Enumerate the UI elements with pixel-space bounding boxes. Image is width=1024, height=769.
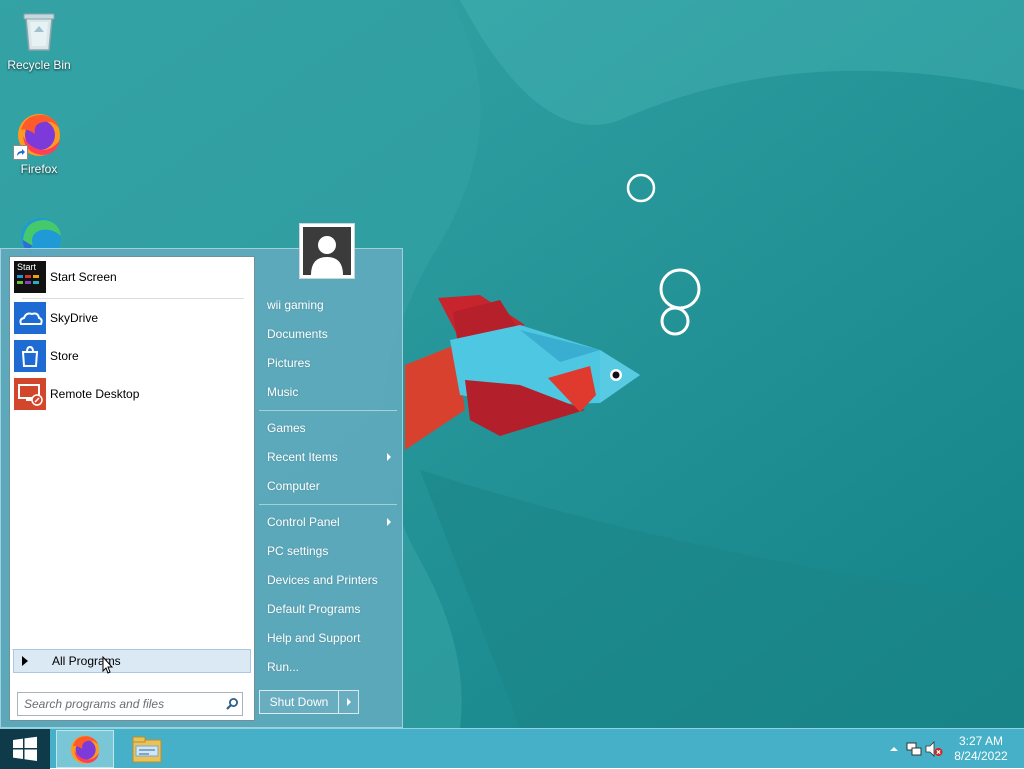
menu-item-label: Run... xyxy=(267,660,300,674)
start-button[interactable] xyxy=(0,729,50,769)
volume-tray-icon[interactable] xyxy=(924,739,944,759)
menu-item-label: Default Programs xyxy=(267,602,361,616)
menu-item-documents[interactable]: Documents xyxy=(259,321,399,347)
network-tray-icon[interactable] xyxy=(904,739,924,759)
menu-item-label: Control Panel xyxy=(267,515,340,529)
menu-item-label: Games xyxy=(267,421,306,435)
recycle-bin-desktop-icon[interactable]: Recycle Bin xyxy=(0,6,78,72)
expand-arrow-icon xyxy=(22,656,28,666)
menu-item-default-programs[interactable]: Default Programs xyxy=(259,596,399,622)
desktop-icon-label: Recycle Bin xyxy=(7,58,71,72)
file-explorer-icon xyxy=(132,736,162,763)
shortcut-arrow-icon xyxy=(13,145,28,160)
menu-item-label: Music xyxy=(267,385,299,399)
volume-muted-icon xyxy=(925,741,943,757)
menu-item-user-folder[interactable]: wii gaming xyxy=(259,292,399,318)
recycle-bin-icon xyxy=(15,6,63,54)
pinned-item-label: Store xyxy=(50,349,79,363)
menu-item-label: Help and Support xyxy=(267,631,361,645)
menu-item-help-support[interactable]: Help and Support xyxy=(259,625,399,651)
avatar xyxy=(303,227,351,275)
pinned-item-skydrive[interactable]: SkyDrive xyxy=(14,301,250,335)
menu-item-pc-settings[interactable]: PC settings xyxy=(259,538,399,564)
remote-desktop-icon xyxy=(14,378,46,410)
show-hidden-icons-button[interactable] xyxy=(884,739,904,759)
mouse-cursor-icon xyxy=(102,655,114,674)
menu-item-label: Devices and Printers xyxy=(267,573,378,587)
pinned-item-label: Remote Desktop xyxy=(50,387,140,401)
all-programs-button[interactable]: All Programs xyxy=(13,649,251,674)
shutdown-options-button[interactable] xyxy=(339,691,358,713)
user-silhouette-icon xyxy=(311,236,343,275)
menu-item-pictures[interactable]: Pictures xyxy=(259,350,399,376)
menu-separator xyxy=(259,410,397,411)
menu-item-label: Computer xyxy=(267,479,320,493)
pinned-item-store[interactable]: Store xyxy=(14,339,250,373)
pinned-separator xyxy=(22,298,244,299)
skydrive-icon xyxy=(14,302,46,334)
search-icon[interactable] xyxy=(222,694,242,714)
menu-item-label: PC settings xyxy=(267,544,329,558)
firefox-desktop-icon[interactable]: Firefox xyxy=(0,110,78,176)
start-menu-programs-pane: Start Start Screen SkyDrive Store Remote… xyxy=(9,256,255,721)
menu-item-computer[interactable]: Computer xyxy=(259,473,399,499)
pinned-item-start-screen[interactable]: Start Start Screen xyxy=(14,260,250,294)
network-icon xyxy=(906,742,922,756)
taskbar-file-explorer-button[interactable] xyxy=(118,730,176,768)
desktop-icon-label: Firefox xyxy=(20,162,58,176)
user-account-picture[interactable] xyxy=(299,223,355,279)
menu-item-label: Recent Items xyxy=(267,450,338,464)
pinned-item-label: SkyDrive xyxy=(50,311,99,325)
chevron-up-icon xyxy=(890,747,898,751)
search-box[interactable] xyxy=(17,692,243,716)
start-menu-places-pane: wii gaming Documents Pictures Music Game… xyxy=(259,249,399,727)
taskbar-firefox-button[interactable] xyxy=(56,730,114,768)
firefox-icon xyxy=(71,735,99,764)
firefox-icon xyxy=(13,110,63,160)
store-icon xyxy=(14,340,46,372)
taskbar: 3:27 AM 8/24/2022 xyxy=(0,728,1024,769)
menu-item-recent-items[interactable]: Recent Items xyxy=(259,444,399,470)
start-menu: Start Start Screen SkyDrive Store Remote… xyxy=(0,248,403,728)
clock-time: 3:27 AM xyxy=(958,734,1004,748)
menu-item-label: wii gaming xyxy=(267,298,324,312)
search-input[interactable] xyxy=(18,696,222,712)
pinned-item-label: Start Screen xyxy=(50,270,117,284)
menu-separator xyxy=(259,504,397,505)
menu-item-music[interactable]: Music xyxy=(259,379,399,405)
windows-logo-icon xyxy=(13,736,37,761)
menu-item-control-panel[interactable]: Control Panel xyxy=(259,509,399,535)
clock-date: 8/24/2022 xyxy=(954,749,1008,763)
menu-item-label: Documents xyxy=(267,327,328,341)
system-tray: 3:27 AM 8/24/2022 xyxy=(884,729,1024,769)
taskbar-clock[interactable]: 3:27 AM 8/24/2022 xyxy=(944,734,1018,764)
shutdown-button[interactable]: Shut Down xyxy=(260,691,339,713)
start-screen-icon: Start xyxy=(14,261,46,293)
menu-item-run[interactable]: Run... xyxy=(259,654,399,680)
menu-item-devices-printers[interactable]: Devices and Printers xyxy=(259,567,399,593)
shutdown-button-group: Shut Down xyxy=(259,690,359,714)
menu-item-label: Pictures xyxy=(267,356,311,370)
menu-item-games[interactable]: Games xyxy=(259,415,399,441)
chevron-right-icon xyxy=(346,698,351,706)
submenu-arrow-icon xyxy=(387,518,391,526)
pinned-item-remote-desktop[interactable]: Remote Desktop xyxy=(14,377,250,411)
submenu-arrow-icon xyxy=(387,453,391,461)
